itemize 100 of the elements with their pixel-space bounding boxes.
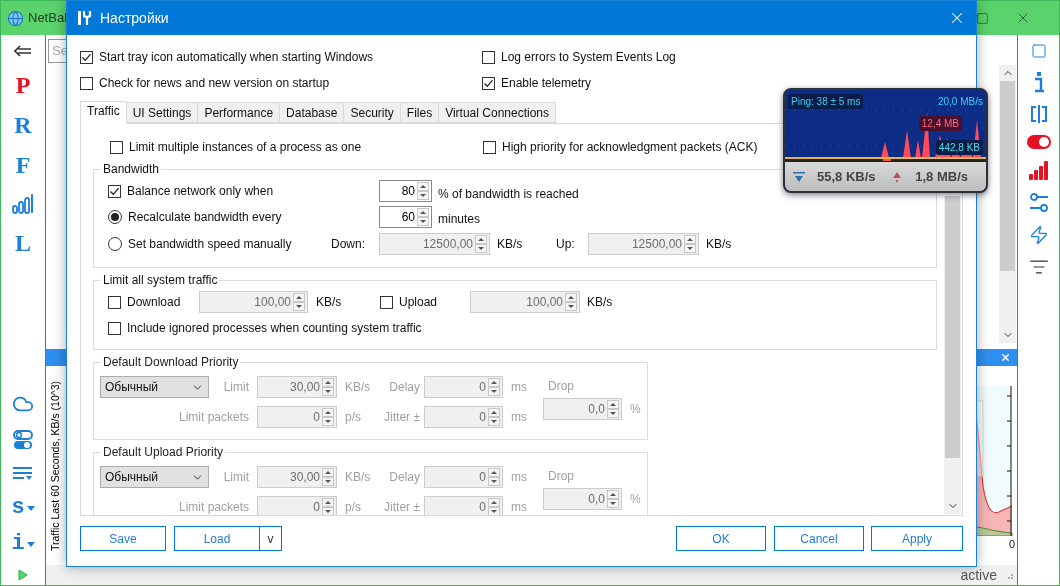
- checkbox-label[interactable]: Include ignored processes when counting system traffic: [127, 319, 422, 337]
- field-suffix: % of bandwidth is reached: [438, 186, 579, 203]
- caret-icon: [26, 541, 35, 547]
- checkbox[interactable]: [482, 76, 495, 90]
- unit-label: KB/s: [316, 295, 342, 309]
- play-icon[interactable]: [18, 569, 28, 581]
- unit-label: ms: [511, 410, 527, 424]
- maximize-icon[interactable]: [976, 11, 989, 25]
- checkbox-label[interactable]: High priority for acknowledgment packets (ACK): [502, 138, 758, 156]
- settings-tab[interactable]: Database: [279, 102, 345, 123]
- checkbox[interactable]: [483, 140, 496, 154]
- nav-letter[interactable]: R: [14, 113, 32, 137]
- checkbox[interactable]: [110, 140, 123, 154]
- checkbox[interactable]: [80, 76, 93, 90]
- checkbox-label[interactable]: Start tray icon automatically when starting Windows: [99, 48, 374, 66]
- apply-button[interactable]: Apply: [871, 526, 963, 551]
- radio-button[interactable]: [108, 210, 122, 224]
- checkbox[interactable]: [80, 50, 93, 64]
- group-title: Default Download Priority: [102, 354, 240, 371]
- back-arrow-icon[interactable]: [14, 45, 32, 57]
- checkbox-label[interactable]: Check for news and new version on startup: [99, 74, 330, 92]
- lightning-icon[interactable]: [1028, 225, 1049, 245]
- settings-tab[interactable]: Traffic: [80, 101, 127, 124]
- signal-bars-icon[interactable]: [1028, 161, 1049, 181]
- spin-arrows-icon[interactable]: [417, 182, 429, 200]
- caret-icon: [26, 505, 35, 511]
- checkbox[interactable]: [380, 295, 393, 309]
- checkbox-label[interactable]: Download: [127, 293, 181, 311]
- nav-letter[interactable]: F: [15, 153, 31, 177]
- load-menu-button[interactable]: v: [260, 526, 282, 551]
- load-button[interactable]: Load: [174, 526, 260, 551]
- scrollbar-thumb[interactable]: [945, 196, 960, 458]
- unit-label: ms: [511, 500, 527, 514]
- current-label: 442,8 KB: [935, 140, 983, 155]
- nav-menu-letter[interactable]: s: [11, 497, 25, 519]
- status-text: active: [960, 565, 997, 585]
- split-view-icon[interactable]: [1028, 105, 1049, 123]
- unit-label: KB/s: [345, 380, 371, 394]
- number-field[interactable]: 60: [379, 206, 432, 228]
- nav-letter[interactable]: L: [15, 231, 31, 255]
- download-arrow-icon: [793, 170, 805, 183]
- scrollbar-thumb[interactable]: [1000, 81, 1015, 271]
- bar-chart-icon[interactable]: [12, 193, 34, 215]
- toggle-switch-icon[interactable]: [1026, 135, 1051, 149]
- ping-label: Ping: 38 ± 5 ms: [788, 94, 864, 109]
- unit-label: p/s: [345, 500, 361, 514]
- checkbox[interactable]: [108, 295, 121, 309]
- sliders-icon[interactable]: [1028, 193, 1049, 213]
- dialog-title: Настройки: [100, 8, 169, 28]
- settings-tab[interactable]: Files: [399, 102, 440, 123]
- field-label: Limit: [223, 469, 249, 486]
- app-title: NetBal: [28, 9, 68, 28]
- globe-icon: [7, 9, 24, 27]
- group-title: Bandwidth: [102, 161, 161, 178]
- settings-tab[interactable]: Performance: [197, 102, 281, 123]
- unit-label: KB/s: [497, 237, 523, 251]
- checkbox[interactable]: [108, 321, 121, 335]
- checkbox-label[interactable]: Enable telemetry: [501, 74, 592, 92]
- close-icon[interactable]: [1000, 352, 1011, 363]
- radio-label[interactable]: Recalculate bandwidth every: [128, 208, 282, 226]
- max-speed-label: 20,0 MB/s: [937, 95, 983, 109]
- spin-arrows-icon[interactable]: [417, 208, 429, 226]
- field-suffix: minutes: [438, 211, 481, 228]
- checkbox[interactable]: [482, 50, 495, 64]
- field-label: Down:: [331, 237, 365, 251]
- radio-label[interactable]: Set bandwidth speed manually: [128, 235, 292, 253]
- chart-axis-title: Traffic Last 60 Seconds, KB/s (10^3): [48, 380, 63, 551]
- save-button[interactable]: Save: [80, 526, 166, 551]
- number-field[interactable]: 80: [379, 180, 432, 202]
- checkbox-label[interactable]: Log errors to System Events Log: [501, 48, 676, 66]
- unit-label: KB/s: [706, 237, 732, 251]
- checkbox-label[interactable]: Balance network only when: [127, 182, 274, 200]
- scrollbar[interactable]: [999, 65, 1016, 343]
- ok-button[interactable]: OK: [676, 526, 766, 551]
- field-label: Jitter ±: [384, 499, 420, 515]
- scrollbar[interactable]: [944, 196, 961, 514]
- field-label: Up:: [556, 237, 575, 251]
- toggle-icon[interactable]: [12, 429, 34, 451]
- field-label: Drop: [548, 379, 574, 393]
- unit-label: KB/s: [587, 295, 613, 309]
- unit-label: KB/s: [345, 470, 371, 484]
- resize-grip-icon[interactable]: [1005, 571, 1013, 579]
- nav-letter[interactable]: P: [15, 73, 31, 97]
- field-label: Limit packets: [178, 499, 249, 515]
- group-title: Limit all system traffic: [102, 272, 219, 289]
- field-label: Delay: [389, 469, 420, 486]
- checkbox[interactable]: [108, 184, 121, 198]
- nav-menu-letter[interactable]: i: [11, 533, 25, 555]
- upload-arrow-icon: [891, 170, 904, 183]
- field-label: Drop: [548, 469, 574, 483]
- checkbox-label[interactable]: Upload: [399, 293, 438, 311]
- checkbox-label[interactable]: Limit multiple instances of a process as one: [129, 138, 362, 156]
- field-label: Delay: [389, 379, 420, 396]
- settings-tab[interactable]: UI Settings: [125, 102, 199, 123]
- field-label: Jitter ±: [384, 409, 420, 426]
- axis-tick-label: 0: [1008, 537, 1015, 552]
- settings-tab[interactable]: Virtual Connections: [438, 102, 556, 123]
- cancel-button[interactable]: Cancel: [774, 526, 864, 551]
- radio-button[interactable]: [108, 237, 122, 251]
- settings-tab[interactable]: Security: [343, 102, 401, 123]
